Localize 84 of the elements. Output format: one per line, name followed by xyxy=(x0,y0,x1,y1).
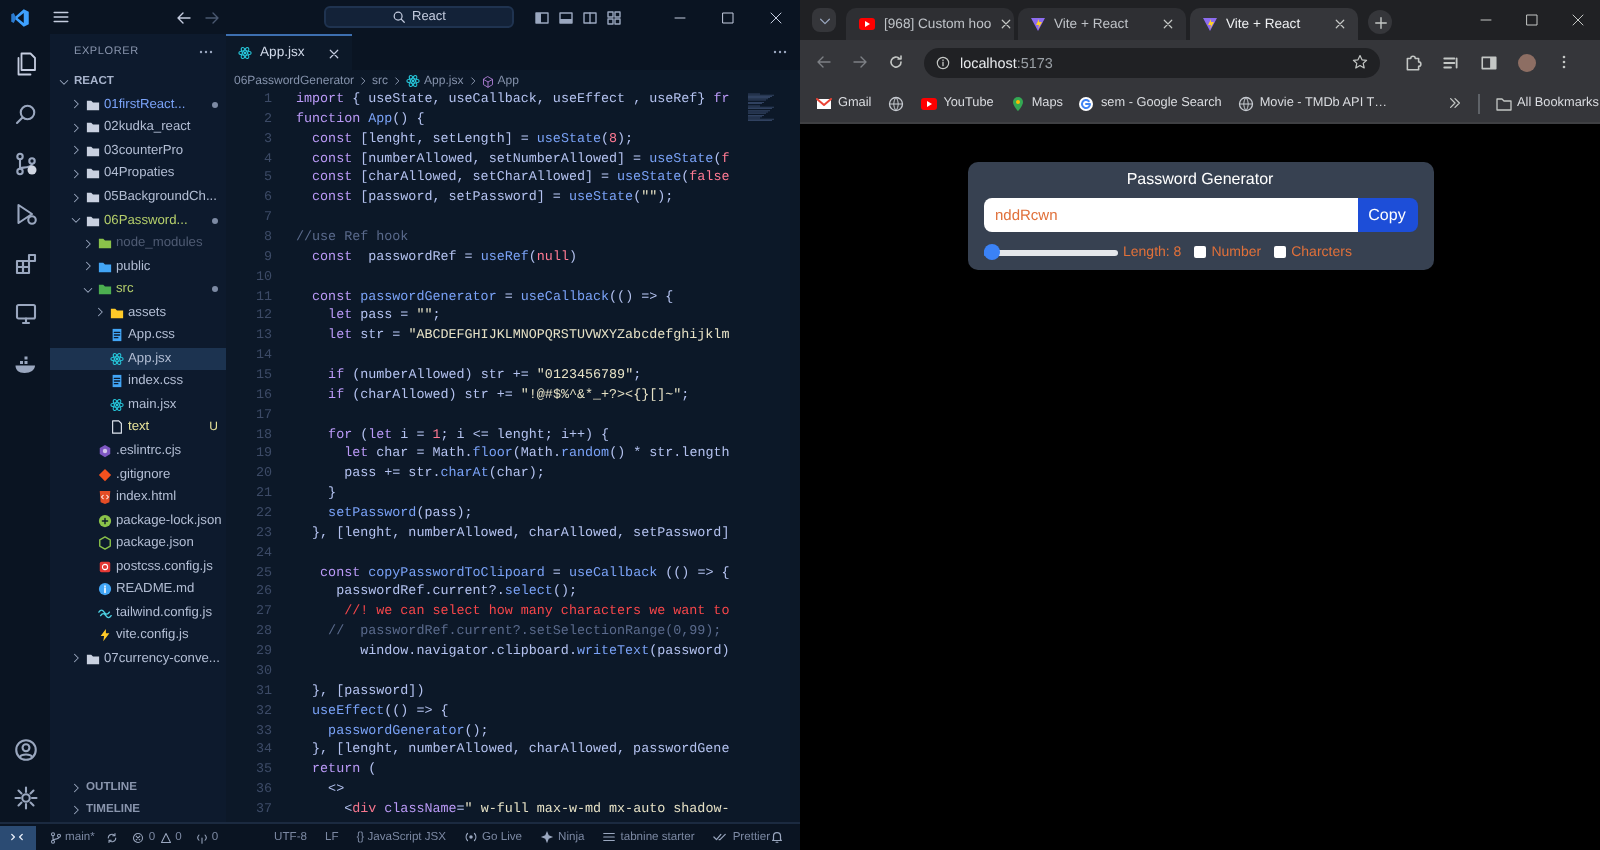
layout-icon[interactable] xyxy=(606,9,622,25)
g-logo-icon xyxy=(1078,95,1095,111)
lightning-icon xyxy=(98,628,112,643)
plus-icon[interactable] xyxy=(1373,15,1387,29)
chevron-icon xyxy=(467,76,478,86)
length-slider[interactable] xyxy=(983,244,1117,260)
atom-icon xyxy=(406,74,421,88)
atom-icon xyxy=(110,351,124,366)
checkbox[interactable] xyxy=(1193,246,1206,258)
file-icon xyxy=(98,559,112,574)
forward-arrow-icon[interactable] xyxy=(204,9,220,25)
double-check-icon xyxy=(712,830,729,844)
play-icon xyxy=(919,95,938,111)
remote-icon xyxy=(10,830,25,844)
copy-button[interactable]: Copy xyxy=(1357,198,1417,232)
error-icon xyxy=(132,831,145,843)
folder-icon xyxy=(1495,95,1512,111)
dropdown-icon[interactable] xyxy=(817,13,831,27)
media-icon[interactable] xyxy=(1442,53,1460,71)
maximize-icon[interactable] xyxy=(1523,12,1539,28)
menu-icon[interactable] xyxy=(52,8,70,26)
hexagon-icon xyxy=(98,444,112,459)
star-icon xyxy=(540,830,555,844)
card-title: Password Generator xyxy=(1124,170,1276,188)
extensions-icon[interactable] xyxy=(13,252,37,276)
search-icon[interactable] xyxy=(13,102,37,126)
remote-button[interactable] xyxy=(0,825,36,849)
source-control-icon[interactable] xyxy=(13,152,37,176)
branch-icon xyxy=(49,831,62,843)
broadcast-icon xyxy=(464,830,479,844)
close-icon[interactable] xyxy=(1162,18,1174,30)
files-icon[interactable] xyxy=(13,52,37,76)
close-icon[interactable] xyxy=(999,18,1012,30)
star-icon[interactable] xyxy=(1352,54,1368,70)
code-logo-icon[interactable] xyxy=(10,7,30,27)
reload-icon[interactable] xyxy=(888,54,904,70)
lightning-icon xyxy=(1030,16,1046,32)
checkbox[interactable] xyxy=(1273,246,1286,258)
chevron-icon xyxy=(392,76,403,86)
layout-icon[interactable] xyxy=(582,9,598,25)
warning-icon xyxy=(159,831,172,843)
settings-icon[interactable] xyxy=(13,786,37,810)
info-icon xyxy=(98,582,112,597)
map-pin-icon xyxy=(1009,95,1026,111)
maximize-icon[interactable] xyxy=(720,9,736,25)
antenna-icon xyxy=(195,831,208,843)
file-icon xyxy=(110,374,124,389)
info-icon[interactable] xyxy=(936,55,950,69)
chevron-icon xyxy=(358,76,369,86)
search-icon xyxy=(392,10,406,24)
chevron-icon[interactable] xyxy=(70,652,82,665)
sync-icon[interactable] xyxy=(106,831,119,843)
atom-icon xyxy=(238,46,252,60)
bell-icon[interactable] xyxy=(770,830,784,844)
lightning-icon xyxy=(1202,16,1218,32)
hexagon-icon xyxy=(98,536,112,551)
run-debug-icon[interactable] xyxy=(13,202,37,226)
file-icon xyxy=(110,328,124,343)
back-arrow-icon[interactable] xyxy=(176,9,192,25)
atom-icon xyxy=(110,397,124,412)
side-panel-icon[interactable] xyxy=(1480,53,1498,71)
monitor-icon[interactable] xyxy=(13,302,37,326)
cube-icon xyxy=(481,75,494,87)
diamond-icon xyxy=(98,467,112,482)
close-icon[interactable] xyxy=(1334,18,1346,30)
globe-icon xyxy=(887,95,904,111)
play-icon xyxy=(858,16,876,32)
account-icon[interactable] xyxy=(13,738,37,762)
puzzle-icon[interactable] xyxy=(1404,53,1422,71)
close-icon[interactable] xyxy=(328,47,340,59)
file-icon xyxy=(110,420,124,435)
wave-icon xyxy=(98,605,112,620)
avatar[interactable] xyxy=(1518,53,1536,71)
lines-icon xyxy=(602,830,617,844)
close-icon[interactable] xyxy=(768,9,784,25)
layout-icon[interactable] xyxy=(534,9,550,25)
folder-icon xyxy=(86,651,100,666)
double-chevron-icon[interactable] xyxy=(1447,96,1462,110)
code-file-icon xyxy=(98,490,112,505)
layout-icon[interactable] xyxy=(558,9,574,25)
globe-icon xyxy=(1237,95,1254,111)
close-icon[interactable] xyxy=(1569,12,1585,28)
forward-arrow-icon[interactable] xyxy=(852,54,868,70)
mail-icon xyxy=(816,95,832,111)
